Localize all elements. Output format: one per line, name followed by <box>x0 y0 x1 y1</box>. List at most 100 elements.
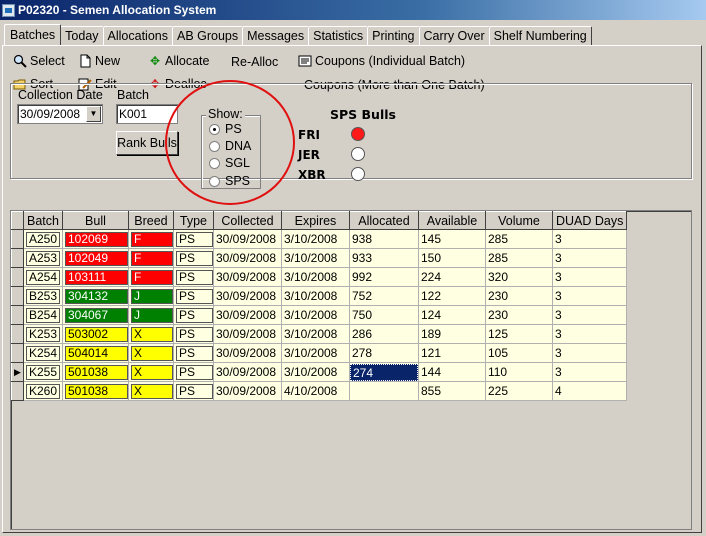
cell-allocated[interactable]: 750 <box>348 305 419 325</box>
cell-collected[interactable]: 30/09/2008 <box>212 229 282 249</box>
column-header-available[interactable]: Available <box>417 211 486 230</box>
column-header-expires[interactable]: Expires <box>280 211 350 230</box>
tab-statistics[interactable]: Statistics <box>308 26 369 45</box>
cell-available[interactable]: 124 <box>417 305 486 325</box>
cell-breed[interactable]: F <box>127 248 174 268</box>
column-header-collected[interactable]: Collected <box>212 211 282 230</box>
cell-breed[interactable]: J <box>127 286 174 306</box>
show-radio-ps[interactable]: PS <box>209 122 242 136</box>
tab-shelf-numbering[interactable]: Shelf Numbering <box>488 26 592 45</box>
cell-available[interactable]: 145 <box>417 229 486 249</box>
cell-type[interactable]: PS <box>172 324 214 344</box>
cell-expires[interactable]: 3/10/2008 <box>280 324 350 344</box>
cell-batch[interactable]: K255 <box>23 362 63 382</box>
column-header-allocated[interactable]: Allocated <box>348 211 419 230</box>
cell-batch[interactable]: A250 <box>23 229 63 249</box>
cell-batch[interactable]: K260 <box>23 381 63 401</box>
cell-batch[interactable]: B254 <box>23 305 63 325</box>
cell-breed[interactable]: X <box>127 343 174 363</box>
cell-volume[interactable]: 285 <box>484 248 553 268</box>
coupons-individual-button[interactable]: Coupons (Individual Batch) <box>298 54 465 68</box>
cell-breed[interactable]: F <box>127 267 174 287</box>
show-radio-sgl[interactable]: SGL <box>209 156 250 170</box>
sps-indicator-xbr[interactable] <box>351 167 365 181</box>
cell-bull[interactable]: 501038 <box>61 381 129 401</box>
cell-duad[interactable]: 3 <box>551 362 628 382</box>
cell-batch[interactable]: A254 <box>23 267 63 287</box>
table-row[interactable]: B253 304132 J PS 30/09/2008 3/10/2008 752 122 23… <box>11 286 628 306</box>
cell-type[interactable]: PS <box>172 362 214 382</box>
cell-type[interactable]: PS <box>172 286 214 306</box>
tab-allocations[interactable]: Allocations <box>102 26 173 45</box>
tab-batches[interactable]: Batches <box>4 24 62 45</box>
cell-available[interactable]: 144 <box>417 362 486 382</box>
batch-input[interactable]: K001 <box>116 104 178 124</box>
row-selector[interactable] <box>11 324 24 344</box>
table-row[interactable]: ▶ K255 501038 X PS 30/09/2008 3/10/2008 274 144 1… <box>11 362 628 382</box>
cell-duad[interactable]: 3 <box>551 324 628 344</box>
cell-collected[interactable]: 30/09/2008 <box>212 305 282 325</box>
cell-available[interactable]: 189 <box>417 324 486 344</box>
row-selector[interactable] <box>11 343 24 363</box>
table-row[interactable]: B254 304067 J PS 30/09/2008 3/10/2008 750 124 23… <box>11 305 628 325</box>
cell-duad[interactable]: 3 <box>551 229 628 249</box>
cell-expires[interactable]: 3/10/2008 <box>280 343 350 363</box>
cell-type[interactable]: PS <box>172 343 214 363</box>
cell-allocated[interactable]: 278 <box>348 343 419 363</box>
row-selector[interactable] <box>11 267 24 287</box>
table-row[interactable]: K253 503002 X PS 30/09/2008 3/10/2008 286 189 12… <box>11 324 628 344</box>
allocate-button[interactable]: ✥ Allocate <box>148 54 210 68</box>
cell-type[interactable]: PS <box>172 248 214 268</box>
column-header-duad-days[interactable]: DUAD Days <box>551 211 628 230</box>
new-button[interactable]: New <box>78 54 120 68</box>
cell-collected[interactable]: 30/09/2008 <box>212 362 282 382</box>
cell-expires[interactable]: 3/10/2008 <box>280 248 350 268</box>
cell-allocated[interactable]: 938 <box>348 229 419 249</box>
cell-allocated[interactable]: 933 <box>348 248 419 268</box>
select-button[interactable]: Select <box>13 54 65 68</box>
table-row[interactable]: A253 102049 F PS 30/09/2008 3/10/2008 933 150 28… <box>11 248 628 268</box>
row-selector[interactable] <box>11 381 24 401</box>
cell-available[interactable]: 150 <box>417 248 486 268</box>
cell-batch[interactable]: B253 <box>23 286 63 306</box>
cell-breed[interactable]: J <box>127 305 174 325</box>
cell-breed[interactable]: X <box>127 381 174 401</box>
cell-batch[interactable]: K254 <box>23 343 63 363</box>
cell-bull[interactable]: 503002 <box>61 324 129 344</box>
column-header-type[interactable]: Type <box>172 211 214 230</box>
cell-expires[interactable]: 3/10/2008 <box>280 229 350 249</box>
cell-bull[interactable]: 504014 <box>61 343 129 363</box>
cell-duad[interactable]: 3 <box>551 343 628 363</box>
column-header-breed[interactable]: Breed <box>127 211 174 230</box>
cell-available[interactable]: 855 <box>417 381 486 401</box>
cell-volume[interactable]: 105 <box>484 343 553 363</box>
cell-collected[interactable]: 30/09/2008 <box>212 267 282 287</box>
show-radio-sps[interactable]: SPS <box>209 174 250 188</box>
table-row[interactable]: A250 102069 F PS 30/09/2008 3/10/2008 938 145 28… <box>11 229 628 249</box>
sps-indicator-fri[interactable] <box>351 127 365 141</box>
collection-date-combo[interactable]: 30/09/2008 ▼ <box>17 104 103 124</box>
cell-allocated[interactable]: 752 <box>348 286 419 306</box>
cell-bull[interactable]: 501038 <box>61 362 129 382</box>
cell-collected[interactable]: 30/09/2008 <box>212 248 282 268</box>
cell-bull[interactable]: 102069 <box>61 229 129 249</box>
cell-duad[interactable]: 3 <box>551 305 628 325</box>
cell-available[interactable]: 224 <box>417 267 486 287</box>
tab-ab-groups[interactable]: AB Groups <box>171 26 244 45</box>
column-header-batch[interactable]: Batch <box>23 211 63 230</box>
sps-indicator-jer[interactable] <box>351 147 365 161</box>
show-radio-dna[interactable]: DNA <box>209 139 251 153</box>
cell-allocated[interactable] <box>348 381 419 401</box>
cell-type[interactable]: PS <box>172 267 214 287</box>
cell-duad[interactable]: 3 <box>551 248 628 268</box>
cell-duad[interactable]: 3 <box>551 286 628 306</box>
realloc-button[interactable]: Re-Alloc <box>231 55 278 69</box>
cell-collected[interactable]: 30/09/2008 <box>212 286 282 306</box>
tab-printing[interactable]: Printing <box>367 26 420 45</box>
cell-collected[interactable]: 30/09/2008 <box>212 343 282 363</box>
table-row[interactable]: K254 504014 X PS 30/09/2008 3/10/2008 278 121 10… <box>11 343 628 363</box>
cell-volume[interactable]: 320 <box>484 267 553 287</box>
cell-volume[interactable]: 230 <box>484 286 553 306</box>
column-header-volume[interactable]: Volume <box>484 211 553 230</box>
cell-breed[interactable]: F <box>127 229 174 249</box>
